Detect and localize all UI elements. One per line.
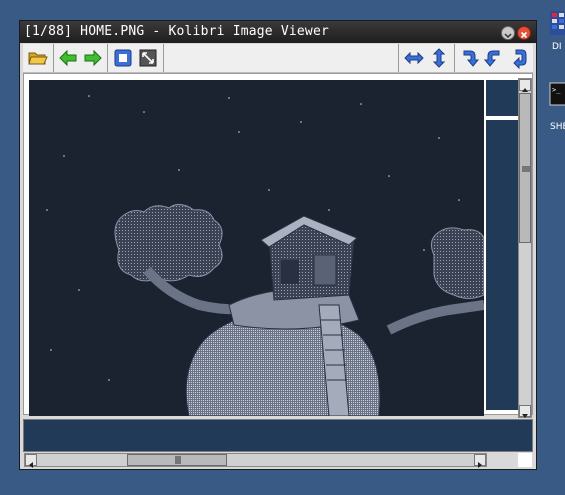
svg-text:>_: >_ [552,86,561,94]
info-panel [23,419,533,452]
folder-open-icon [28,52,48,65]
rotate-180-icon [513,49,527,70]
flip-horizontal-icon [404,51,424,65]
fit-icon [114,49,132,67]
grid-icon [550,11,565,35]
scroll-down-button[interactable] [519,405,531,418]
flip-vertical-icon [432,48,446,68]
flip-horizontal-button[interactable] [403,47,425,69]
arrow-left-icon [59,49,77,67]
rotate-cw-button[interactable] [458,47,480,69]
rotate-180-button[interactable] [508,47,530,70]
treehouse-illustration [29,80,484,416]
window-title: [1/88] HOME.PNG - Kolibri Image Viewer [24,24,330,39]
previous-button[interactable] [57,47,79,69]
toolbar-separator [398,44,399,72]
vertical-scrollbar[interactable] [518,78,532,418]
chevron-down-icon [504,33,512,39]
scroll-up-button[interactable] [519,79,531,92]
toolbar [23,44,533,73]
horizontal-scroll-thumb[interactable] [127,454,227,466]
toolbar-separator [454,44,455,72]
image-viewport[interactable] [23,73,533,416]
close-button[interactable] [517,26,531,40]
arrow-right-icon [84,49,102,67]
scroll-corner [518,453,532,467]
rotate-cw-icon [463,50,480,67]
fit-window-button[interactable] [112,47,134,69]
terminal-icon: >_ [549,82,565,106]
chevron-down-icon [522,414,528,418]
rotate-ccw-icon [483,50,500,67]
fullscreen-button[interactable] [137,47,159,69]
scroll-left-button[interactable] [25,454,37,468]
toolbar-separator [107,44,108,72]
rotate-ccw-button[interactable] [483,47,505,69]
close-icon [520,31,528,39]
desktop-icon-label: DI [552,42,562,52]
expand-icon [139,49,157,67]
title-bar[interactable]: [1/88] HOME.PNG - Kolibri Image Viewer [20,21,536,43]
open-folder-button[interactable] [27,47,49,69]
vertical-scroll-thumb[interactable] [519,93,531,243]
desktop-icon-disk[interactable]: DI [549,10,565,52]
flip-vertical-button[interactable] [428,47,450,69]
minimize-button[interactable] [501,26,515,40]
next-button[interactable] [82,47,104,69]
horizontal-scrollbar[interactable] [24,453,487,468]
chevron-right-icon [478,462,482,468]
toolbar-separator [53,44,54,72]
chevron-left-icon [29,462,33,468]
image-canvas [29,80,484,416]
image-viewer-window: [1/88] HOME.PNG - Kolibri Image Viewer [19,20,537,470]
desktop-icon-shell[interactable]: >_ SHE [549,82,565,134]
desktop-icon-label: SHE [550,122,565,132]
scroll-right-button[interactable] [474,454,486,468]
grip-icon [522,166,530,172]
toolbar-separator [163,44,164,72]
grip-icon [175,456,181,464]
